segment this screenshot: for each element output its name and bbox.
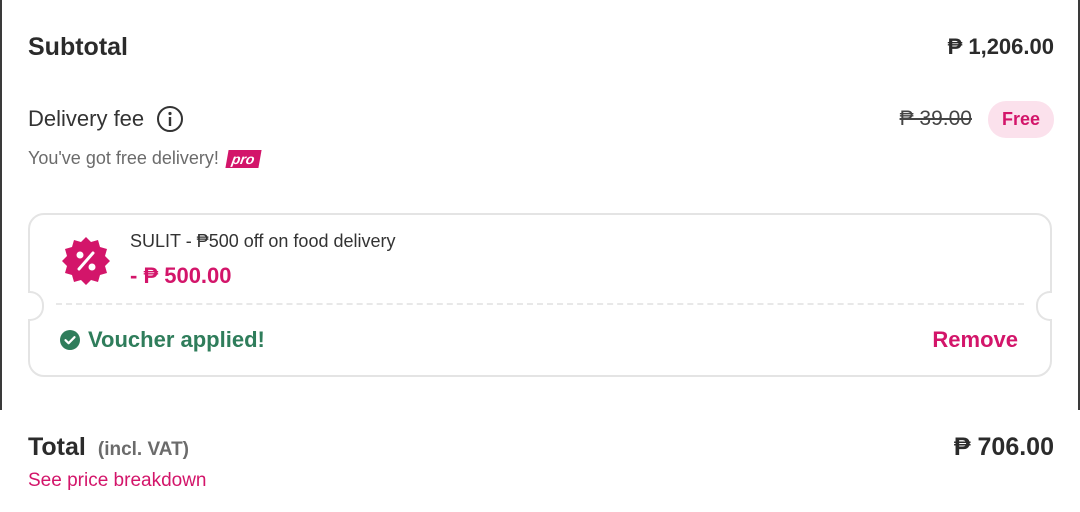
delivery-fee-values: ₱ 39.00 Free — [899, 100, 1054, 138]
left-border — [0, 0, 2, 410]
total-row: Total (incl. VAT) ₱ 706.00 — [28, 430, 1054, 464]
vat-note: (incl. VAT) — [97, 438, 189, 460]
total-label: Total — [28, 432, 86, 461]
info-icon[interactable] — [156, 105, 184, 133]
delivery-row: Delivery fee ₱ 39.00 Free — [28, 100, 1054, 138]
voucher-discount-amount: - ₱ 500.00 — [130, 263, 232, 288]
voucher-applied-text: Voucher applied! — [88, 327, 265, 352]
free-delivery-message: You've got free delivery! pro — [28, 148, 262, 169]
total-label-group: Total (incl. VAT) — [28, 433, 189, 462]
subtotal-row: Subtotal ₱ 1,206.00 — [28, 30, 1054, 64]
subtotal-label: Subtotal — [28, 32, 128, 61]
discount-icon — [62, 237, 110, 285]
price-breakdown-link[interactable]: See price breakdown — [28, 470, 207, 492]
remove-voucher-button[interactable]: Remove — [932, 327, 1018, 353]
voucher-card: SULIT - ₱500 off on food delivery - ₱ 50… — [28, 213, 1052, 377]
total-amount: ₱ 706.00 — [953, 432, 1054, 461]
delivery-label-group: Delivery fee — [28, 105, 184, 133]
pro-badge: pro — [225, 149, 262, 168]
voucher-title: SULIT - ₱500 off on food delivery — [130, 231, 396, 251]
free-delivery-text: You've got free delivery! — [28, 148, 219, 168]
delivery-fee-label: Delivery fee — [28, 106, 145, 131]
free-badge: Free — [987, 100, 1054, 138]
check-circle-icon — [60, 330, 80, 350]
voucher-divider — [56, 303, 1024, 305]
original-delivery-fee: ₱ 39.00 — [899, 107, 972, 130]
voucher-status: Voucher applied! — [60, 327, 265, 353]
subtotal-amount: ₱ 1,206.00 — [947, 34, 1054, 59]
voucher-notch-right — [1036, 291, 1052, 321]
voucher-notch-left — [28, 291, 44, 321]
